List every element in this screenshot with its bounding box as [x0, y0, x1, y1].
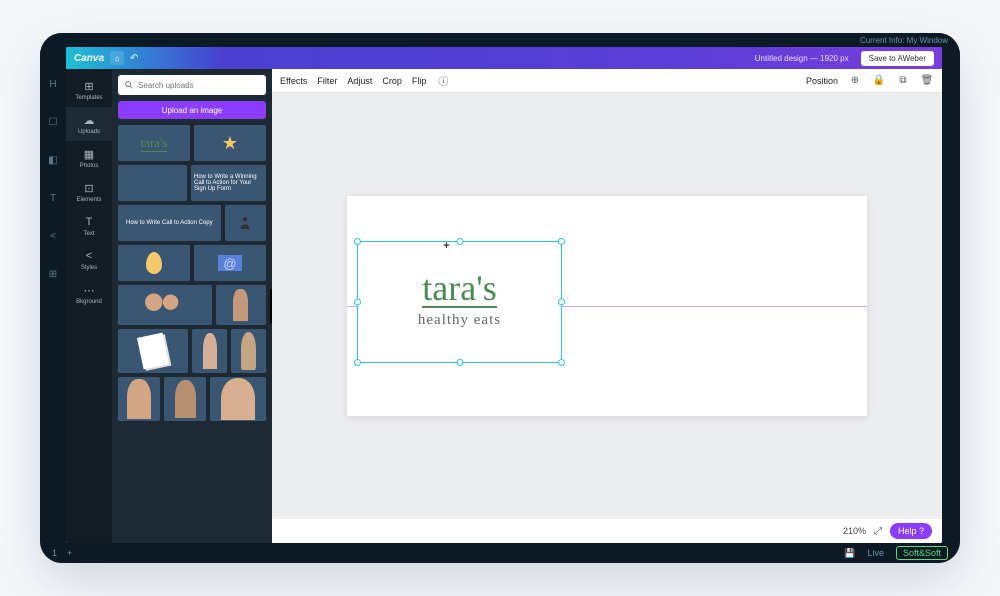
siderail-templates[interactable]: ⊞Templates	[66, 73, 112, 107]
upload-thumb-photo-7[interactable]	[210, 377, 266, 421]
upload-thumb-taras-logo[interactable]: tara's	[118, 125, 190, 161]
upload-thumb-cta[interactable]: How to Write a Winning Call to Action fo…	[191, 165, 266, 201]
styles-icon: <	[82, 249, 96, 263]
siderail-styles[interactable]: <Styles	[66, 243, 112, 277]
resize-handle-br[interactable]	[558, 359, 565, 366]
tool-siderail: ⊞Templates ☁Uploads ▦Photos ⊡Elements TT…	[66, 69, 112, 543]
templates-icon: ⊞	[82, 79, 96, 93]
outer-window-titlebar: Current Info: My Window	[40, 33, 960, 47]
device-frame: Current Info: My Window H ☐ ◧ T < ⊞ Canv…	[40, 33, 960, 563]
zoom-level[interactable]: 210%	[843, 526, 866, 536]
uploads-icon: ☁	[82, 113, 96, 127]
canva-app-window: Canva ⌂ ↶ Untitled design — 1920 px Save…	[66, 47, 942, 543]
upload-thumb-photo-5[interactable]	[118, 377, 160, 421]
outer-save-icon[interactable]: 💾	[844, 548, 855, 559]
resize-handle-bl[interactable]	[354, 359, 361, 366]
canva-logo[interactable]: Canva	[74, 53, 104, 64]
toolbar-adjust[interactable]: Adjust	[347, 76, 372, 86]
resize-handle-r[interactable]	[558, 299, 565, 306]
resize-handle-tl[interactable]	[354, 238, 361, 245]
artboard[interactable]: + tara's healthy eats	[347, 196, 867, 416]
resize-handle-b[interactable]	[456, 359, 463, 366]
logo-main-text: tara's	[422, 270, 496, 308]
undo-icon[interactable]: ↶	[130, 53, 138, 64]
siderail-elements[interactable]: ⊡Elements	[66, 175, 112, 209]
upload-thumb-photo-duo[interactable]	[118, 285, 212, 325]
fullscreen-icon[interactable]: ⤢	[874, 526, 882, 537]
toolbar-position[interactable]: Position	[806, 76, 838, 86]
canvas-footer: 210% ⤢ Help ?	[272, 519, 942, 543]
outer-softsoft-tag[interactable]: Soft&Soft	[896, 546, 948, 560]
upload-thumb-star[interactable]	[194, 125, 266, 161]
outer-window-footer: 1 + 💾 Live Soft&Soft	[40, 543, 960, 563]
resize-handle-t[interactable]	[456, 238, 463, 245]
rail-text-icon[interactable]: T	[46, 191, 60, 205]
resize-handle-l[interactable]	[354, 299, 361, 306]
toolbar-flip[interactable]: Flip	[412, 76, 427, 86]
help-button[interactable]: Help ?	[890, 523, 932, 539]
toolbar-info-icon[interactable]: ⓘ	[436, 74, 450, 88]
upload-thumb-person-white[interactable]	[225, 205, 266, 241]
upload-thumb-paper[interactable]	[118, 329, 188, 373]
upload-thumb-photo-6[interactable]	[164, 377, 206, 421]
canvas-viewport[interactable]: + tara's healthy eats	[272, 93, 942, 519]
rail-square-icon[interactable]: ☐	[46, 115, 60, 129]
siderail-uploads[interactable]: ☁Uploads	[66, 107, 112, 141]
outer-footer-item-1[interactable]: 1	[52, 548, 57, 558]
selected-logo-image[interactable]: + tara's healthy eats	[357, 241, 562, 363]
toolbar-transparency-icon[interactable]: ⊕	[848, 74, 862, 88]
outer-window-info: Current Info: My Window	[860, 36, 948, 45]
upload-thumb-copy[interactable]: How to Write Call to Action Copy	[118, 205, 221, 241]
photos-icon: ▦	[82, 147, 96, 161]
rail-h-icon[interactable]: H	[46, 77, 60, 91]
toolbar-lock-icon[interactable]: 🔒	[872, 74, 886, 88]
document-title[interactable]: Untitled design — 1920 px	[755, 54, 849, 63]
move-cursor-icon: +	[443, 240, 449, 252]
app-topbar: Canva ⌂ ↶ Untitled design — 1920 px Save…	[66, 47, 942, 69]
uploads-panel: Upload an image tara's How to Write a Wi…	[112, 69, 272, 543]
rail-grid-icon[interactable]: ⊞	[46, 267, 60, 281]
logo-sub-text: healthy eats	[418, 312, 501, 329]
siderail-photos[interactable]: ▦Photos	[66, 141, 112, 175]
text-icon: T	[82, 215, 96, 229]
outer-footer-item-add[interactable]: +	[67, 548, 72, 558]
elements-icon: ⊡	[82, 181, 96, 195]
toolbar-duplicate-icon[interactable]: ⧉	[896, 74, 910, 88]
toolbar-delete-icon[interactable]: 🗑	[920, 74, 934, 88]
rail-share-icon[interactable]: <	[46, 229, 60, 243]
outer-right-rail	[942, 47, 960, 543]
upload-thumb-orange[interactable]	[118, 165, 187, 201]
outer-left-rail: H ☐ ◧ T < ⊞	[40, 47, 66, 543]
home-icon[interactable]: ⌂	[110, 51, 124, 65]
upload-thumb-photo-green[interactable]	[192, 329, 227, 373]
save-to-aweber-button[interactable]: Save to AWeber	[861, 51, 934, 66]
siderail-text[interactable]: TText	[66, 209, 112, 243]
canvas-area: Effects Filter Adjust Crop Flip ⓘ Positi…	[272, 69, 942, 543]
resize-handle-tr[interactable]	[558, 238, 565, 245]
toolbar-crop[interactable]: Crop	[382, 76, 402, 86]
search-icon	[124, 80, 134, 90]
background-icon: ⋯	[82, 283, 96, 297]
search-uploads[interactable]	[118, 75, 266, 95]
upload-thumb-purple-balloon[interactable]	[118, 245, 190, 281]
upload-thumb-envelope[interactable]	[194, 245, 266, 281]
search-input[interactable]	[138, 81, 260, 90]
rail-split-icon[interactable]: ◧	[46, 153, 60, 167]
toolbar-effects[interactable]: Effects	[280, 76, 307, 86]
outer-live-label: Live	[867, 548, 884, 558]
upload-thumb-photo-brown[interactable]	[231, 329, 266, 373]
canvas-toolbar: Effects Filter Adjust Crop Flip ⓘ Positi…	[272, 69, 942, 93]
upload-thumb-photo-brick[interactable]	[216, 285, 266, 325]
siderail-background[interactable]: ⋯Bkground	[66, 277, 112, 311]
toolbar-filter[interactable]: Filter	[317, 76, 337, 86]
upload-image-button[interactable]: Upload an image	[118, 101, 266, 119]
